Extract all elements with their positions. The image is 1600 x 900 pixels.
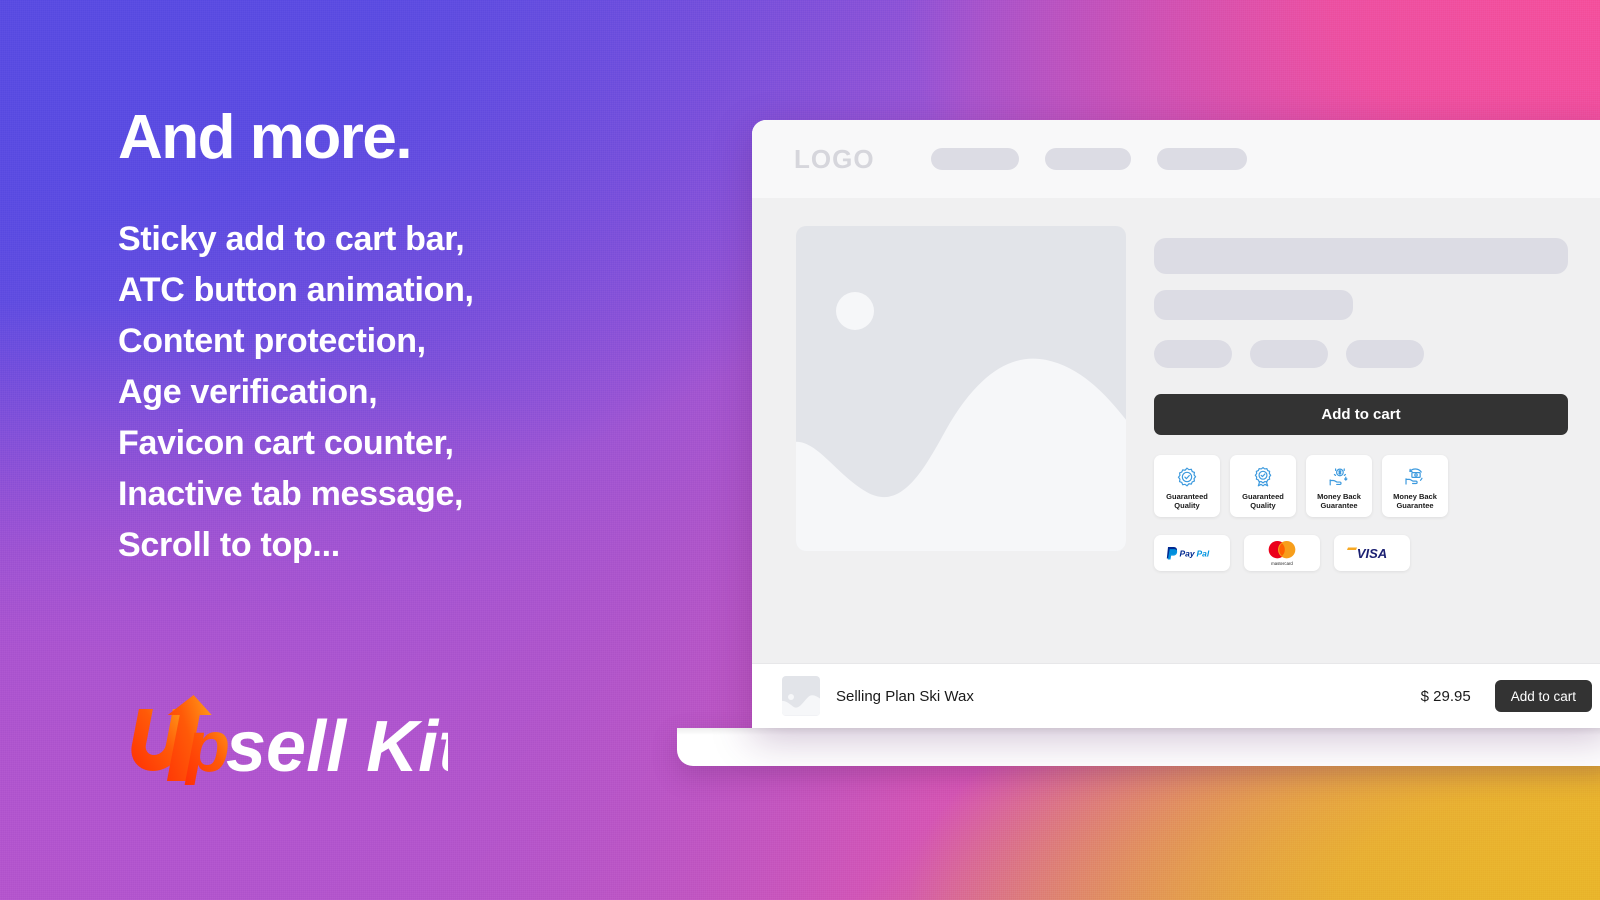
trust-badge-label: Money Back Guarantee — [1393, 491, 1437, 510]
list-item: Content protection, — [118, 322, 426, 361]
list-item: Inactive tab message, — [118, 475, 464, 514]
payment-method: VISA — [1334, 535, 1410, 571]
visa-icon: VISA — [1347, 546, 1387, 561]
mastercard-icon: mastercard — [1268, 541, 1296, 566]
variant-chip-2[interactable] — [1250, 340, 1328, 368]
sticky-bar-add-to-cart-button[interactable]: Add to cart — [1494, 680, 1592, 712]
laptop-mockup: LOGO Add to cart Guaranteed Quality Guar… — [677, 120, 1600, 766]
trust-badge-label: Guaranteed Quality — [1166, 491, 1208, 510]
award-ribbon-check-icon — [1254, 466, 1272, 487]
product-page-body: Add to cart Guaranteed Quality Guarantee… — [752, 198, 1600, 728]
sticky-bar-product-name: Selling Plan Ski Wax — [836, 687, 974, 705]
trust-badge-label: Money Back Guarantee — [1317, 491, 1361, 510]
trust-badges: Guaranteed Quality Guaranteed Quality Mo… — [1154, 455, 1568, 517]
browser-screen: LOGO Add to cart Guaranteed Quality Guar… — [752, 120, 1600, 728]
trust-badge[interactable]: Money Back Guarantee — [1382, 455, 1448, 517]
add-to-cart-button[interactable]: Add to cart — [1154, 394, 1568, 435]
product-title-placeholder — [1154, 238, 1568, 274]
sticky-bar-price: $ 29.95 — [1420, 687, 1471, 705]
list-item: Sticky add to cart bar, — [118, 220, 465, 259]
svg-text:VISA: VISA — [1357, 546, 1387, 561]
variant-chip-3[interactable] — [1346, 340, 1424, 368]
seal-check-icon — [1177, 467, 1197, 487]
store-header: LOGO — [752, 120, 1600, 198]
thumbnail-mountain-icon — [782, 695, 820, 716]
trust-badge[interactable]: Guaranteed Quality — [1230, 455, 1296, 517]
nav-placeholder-3[interactable] — [1156, 148, 1247, 170]
hero-copy: And more. Sticky add to cart bar, ATC bu… — [118, 105, 678, 571]
list-item: ATC button animation, — [118, 271, 474, 310]
nav-placeholder-2[interactable] — [1044, 148, 1131, 170]
payment-methods: Pay Pal mastercard VISA — [1154, 535, 1568, 571]
brand-logo: p sell Kit — [118, 693, 448, 785]
product-image-placeholder — [796, 226, 1126, 551]
brand-name-text: sell Kit — [226, 707, 448, 785]
payment-method: Pay Pal — [1154, 535, 1230, 571]
svg-text:mastercard: mastercard — [1271, 561, 1293, 566]
product-subtitle-placeholder — [1154, 290, 1353, 320]
svg-text:p: p — [184, 707, 230, 785]
variant-chip-1[interactable] — [1154, 340, 1232, 368]
laptop-base — [677, 728, 1600, 766]
list-item: Age verification, — [118, 373, 378, 412]
upsell-kit-logo-icon: p sell Kit — [131, 695, 448, 785]
feature-list: Sticky add to cart bar, ATC button anima… — [118, 214, 678, 571]
trust-badge[interactable]: Money Back Guarantee — [1306, 455, 1372, 517]
variant-chips — [1154, 340, 1568, 368]
store-logo: LOGO — [794, 143, 875, 174]
hand-banknote-return-icon — [1405, 468, 1423, 485]
svg-text:Pay: Pay — [1180, 549, 1196, 559]
sticky-bar-thumbnail — [782, 676, 820, 716]
placeholder-mountain-icon — [796, 358, 1126, 551]
page-title: And more. — [118, 103, 413, 172]
list-item: Favicon cart counter, — [118, 424, 454, 463]
list-item: Scroll to top... — [118, 526, 340, 565]
payment-method: mastercard — [1244, 535, 1320, 571]
product-info: Add to cart Guaranteed Quality Guarantee… — [1154, 226, 1600, 728]
trust-badge-label: Guaranteed Quality — [1242, 491, 1284, 510]
trust-badge[interactable]: Guaranteed Quality — [1154, 455, 1220, 517]
svg-text:Pal: Pal — [1197, 549, 1210, 559]
paypal-icon: Pay Pal — [1166, 547, 1210, 560]
nav-placeholder-1[interactable] — [930, 148, 1019, 170]
hand-dollar-coin-icon — [1329, 467, 1348, 486]
sticky-add-to-cart-bar: Selling Plan Ski Wax $ 29.95 Add to cart — [752, 663, 1600, 728]
